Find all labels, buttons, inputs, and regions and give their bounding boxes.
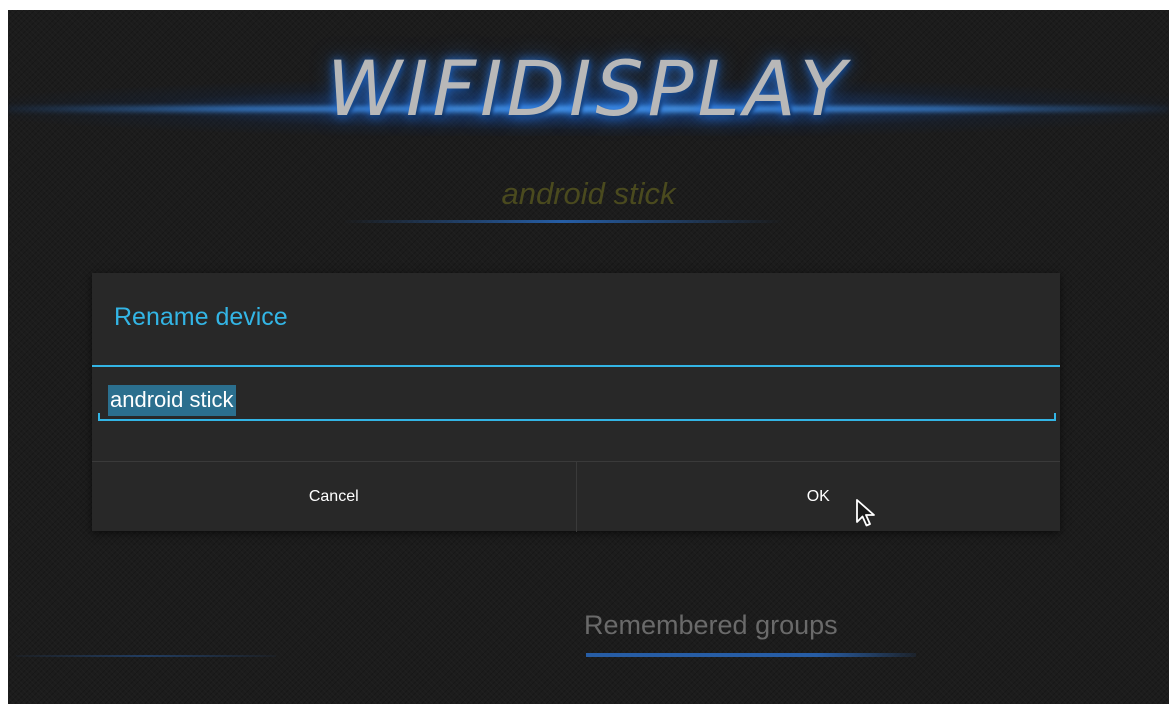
title-divider [92, 365, 1060, 367]
remembered-groups-heading: Remembered groups [584, 610, 838, 640]
cancel-button[interactable]: Cancel [92, 462, 576, 532]
device-name-input[interactable]: android stick [98, 379, 1056, 423]
remembered-groups-underline [586, 653, 916, 657]
mouse-pointer-icon [856, 499, 875, 527]
dialog-button-bar: Cancel OK [92, 461, 1060, 532]
device-name-input-text[interactable]: android stick [108, 385, 236, 416]
section-divider-left [16, 655, 276, 657]
rename-device-dialog: Rename device android stick Cancel OK [92, 273, 1060, 532]
dialog-title: Rename device [114, 303, 288, 331]
input-underline [98, 419, 1056, 421]
heading-underline [343, 220, 783, 223]
device-name-heading: android stick [501, 176, 676, 211]
input-underline-right-tick [1054, 413, 1056, 421]
app-logo: WIFIDISPLAY [326, 44, 851, 133]
ok-button[interactable]: OK [577, 462, 1061, 532]
